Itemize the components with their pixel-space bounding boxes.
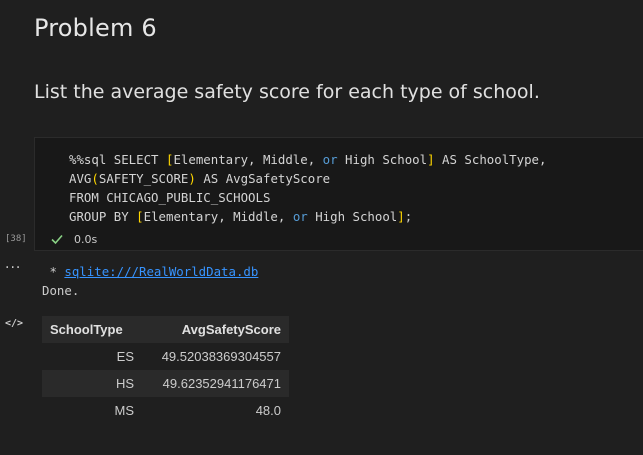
code-token: or <box>322 152 338 167</box>
code-token: or <box>292 209 308 224</box>
code-token: ] <box>397 209 405 224</box>
table-cell: MS <box>42 397 142 424</box>
more-icon[interactable]: ··· <box>5 260 21 276</box>
output-prefix: * <box>42 264 65 279</box>
code-token: Elementary, Middle, <box>173 152 323 167</box>
code-line: AVG(SAFETY_SCORE) AS AvgSafetyScore <box>69 169 546 188</box>
code-icon[interactable]: </> <box>5 318 23 329</box>
code-token: AS SchoolType, <box>434 152 547 167</box>
code-token: [ <box>136 209 144 224</box>
markdown-paragraph: List the average safety score for each t… <box>34 81 540 103</box>
column-header: AvgSafetyScore <box>142 316 289 343</box>
code-token: ; <box>404 209 413 224</box>
code-token: ( <box>91 171 99 186</box>
table-cell: ES <box>42 343 142 370</box>
table-cell: 48.0 <box>142 397 289 424</box>
markdown-title: Problem 6 <box>34 14 157 42</box>
table-cell: 49.52038369304557 <box>142 343 289 370</box>
code-cell[interactable]: %%sql SELECT [Elementary, Middle, or Hig… <box>34 137 643 251</box>
table-cell: HS <box>42 370 142 397</box>
table-row: MS 48.0 <box>42 397 289 424</box>
check-icon <box>51 234 63 245</box>
code-token: High School <box>337 152 428 167</box>
table-header-row: SchoolType AvgSafetyScore <box>42 316 289 343</box>
code-token: AS AvgSafetyScore <box>195 171 331 186</box>
code-editor[interactable]: %%sql SELECT [Elementary, Middle, or Hig… <box>69 150 546 226</box>
cell-status: 0.0s <box>50 232 97 246</box>
code-token: AVG <box>69 171 92 186</box>
code-token: FROM CHICAGO_PUBLIC_SCHOOLS <box>69 190 271 205</box>
database-link[interactable]: sqlite:///RealWorldData.db <box>64 264 258 279</box>
output-done: Done. <box>42 283 80 298</box>
result-table: SchoolType AvgSafetyScore ES 49.52038369… <box>42 316 289 424</box>
table-cell: 49.62352941176471 <box>142 370 289 397</box>
output-text: * sqlite:///RealWorldData.db Done. <box>42 262 258 300</box>
code-token: SAFETY_SCORE <box>98 171 189 186</box>
execution-time: 0.0s <box>74 232 98 246</box>
code-line: FROM CHICAGO_PUBLIC_SCHOOLS <box>69 188 546 207</box>
table-row: ES 49.52038369304557 <box>42 343 289 370</box>
execution-count: [38] <box>5 234 27 244</box>
code-token: Elementary, Middle, <box>143 209 293 224</box>
code-token: ) <box>188 171 196 186</box>
code-token: %%sql SELECT <box>69 152 166 167</box>
table-row: HS 49.62352941176471 <box>42 370 289 397</box>
code-token: High School <box>307 209 398 224</box>
code-line: %%sql SELECT [Elementary, Middle, or Hig… <box>69 150 546 169</box>
code-line: GROUP BY [Elementary, Middle, or High Sc… <box>69 207 546 226</box>
column-header: SchoolType <box>42 316 142 343</box>
code-token: GROUP BY <box>69 209 137 224</box>
code-token: ] <box>427 152 435 167</box>
